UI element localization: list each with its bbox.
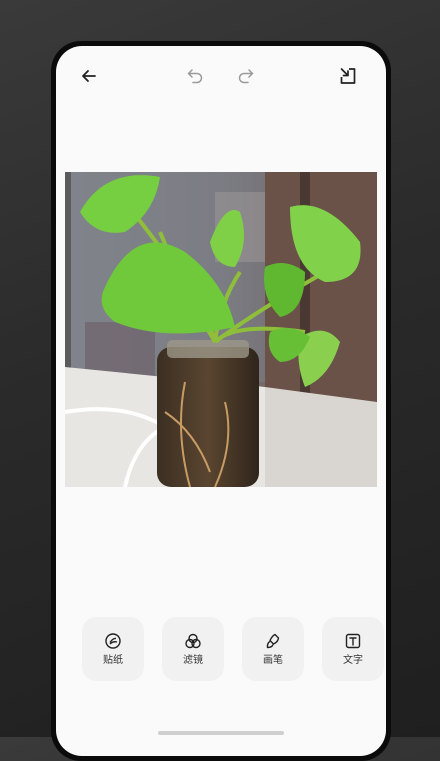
tool-label: 滤镜 bbox=[183, 654, 203, 666]
export-icon bbox=[340, 68, 356, 84]
arrow-left-icon bbox=[82, 70, 96, 82]
sticker-icon bbox=[105, 632, 121, 649]
redo-icon bbox=[238, 69, 254, 84]
top-toolbar bbox=[56, 46, 386, 106]
back-button[interactable] bbox=[75, 62, 103, 90]
text-tool-button[interactable]: 文字 bbox=[322, 617, 384, 681]
brush-tool-button[interactable]: 画笔 bbox=[242, 617, 304, 681]
export-button[interactable] bbox=[334, 62, 362, 90]
filter-tool-button[interactable]: 滤镜 bbox=[162, 617, 224, 681]
plant-photo-image bbox=[65, 172, 377, 487]
text-icon bbox=[345, 633, 361, 648]
edit-tools-bar: 贴纸 滤镜 画笔 文字 bbox=[82, 617, 386, 681]
filter-icon bbox=[185, 633, 201, 648]
undo-icon bbox=[187, 69, 203, 84]
sticker-tool-button[interactable]: 贴纸 bbox=[82, 617, 144, 681]
editor-screen: 贴纸 滤镜 画笔 文字 bbox=[56, 46, 386, 756]
tool-label: 贴纸 bbox=[103, 654, 123, 666]
undo-button[interactable] bbox=[181, 62, 209, 90]
tool-label: 文字 bbox=[343, 654, 363, 666]
edited-photo[interactable] bbox=[65, 172, 377, 487]
home-indicator[interactable] bbox=[158, 731, 284, 735]
brush-icon bbox=[266, 633, 280, 648]
tool-label: 画笔 bbox=[263, 654, 283, 666]
redo-button[interactable] bbox=[232, 62, 260, 90]
